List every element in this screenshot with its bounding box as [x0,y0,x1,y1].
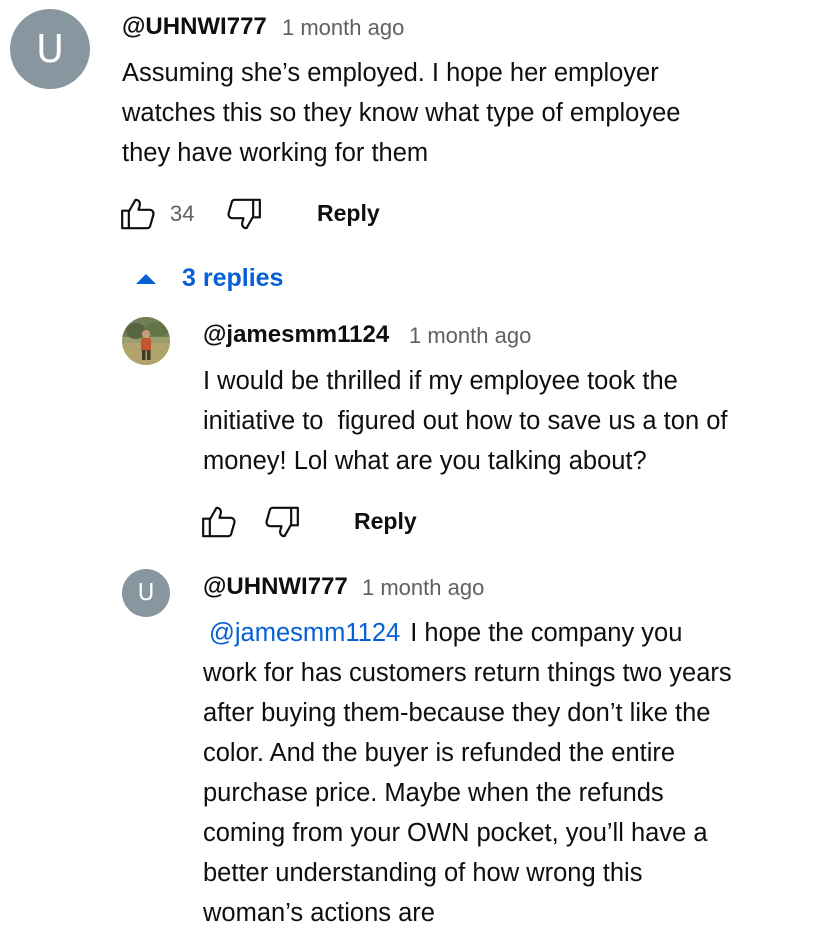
comment-text-line: Assuming she’s employed. I hope her empl… [122,59,659,87]
avatar[interactable]: U [122,569,170,617]
reply-text-line: @jamesmm1124 I hope the company you [203,613,732,653]
replies-toggle-label: 3 replies [182,264,284,292]
mention-link[interactable]: @jamesmm1124 [209,619,400,647]
like-count: 34 [170,201,195,226]
replies-toggle-button[interactable]: 3 replies [136,264,283,293]
reply-timestamp[interactable]: 1 month ago [409,323,531,349]
thumb-down-icon[interactable] [262,502,302,542]
thumb-down-icon[interactable] [224,194,264,234]
reply-button[interactable]: Reply [317,200,380,227]
thumb-up-icon[interactable] [199,502,239,542]
reply-text-line: purchase price. Maybe when the refunds [203,779,664,807]
thumb-up-icon[interactable] [118,194,158,234]
reply-text-line: initiative to figured out how to save us… [203,407,728,435]
avatar[interactable] [122,317,170,365]
avatar-letter: U [137,580,155,606]
reply-text-line: better understanding of how wrong this [203,859,643,887]
reply-text-line: woman’s actions are [203,899,435,927]
reply-timestamp[interactable]: 1 month ago [362,575,484,601]
reply-text-line: work for has customers return things two… [203,659,732,687]
comment-author-handle[interactable]: @UHNWI777 [122,13,267,41]
reply-text-line: money! Lol what are you talking about? [203,447,647,475]
reply-text-line: after buying them-because they don’t lik… [203,699,711,727]
comment-text-line: watches this so they know what type of e… [122,99,681,127]
reply-text-line: color. And the buyer is refunded the ent… [203,739,676,767]
comment-text: Assuming she’s employed. I hope her empl… [122,53,680,173]
reply-text-line: coming from your OWN pocket, you’ll have… [203,819,708,847]
reply-text: I would be thrilled if my employee took … [203,361,727,481]
caret-up-icon [136,273,156,284]
comment-text-line: they have working for them [122,139,429,167]
avatar-letter: U [36,27,64,71]
reply-button[interactable]: Reply [354,508,417,535]
comment-timestamp[interactable]: 1 month ago [282,15,404,41]
reply-author-handle[interactable]: @UHNWI777 [203,573,348,601]
reply-text-segment: I hope the company you [410,619,683,647]
reply-author-handle[interactable]: @jamesmm1124 [203,321,389,349]
avatar[interactable]: U [10,9,90,89]
reply-text-line: I would be thrilled if my employee took … [203,367,678,395]
reply-text: @jamesmm1124 I hope the company you work … [203,613,732,933]
photo-avatar [122,317,170,365]
